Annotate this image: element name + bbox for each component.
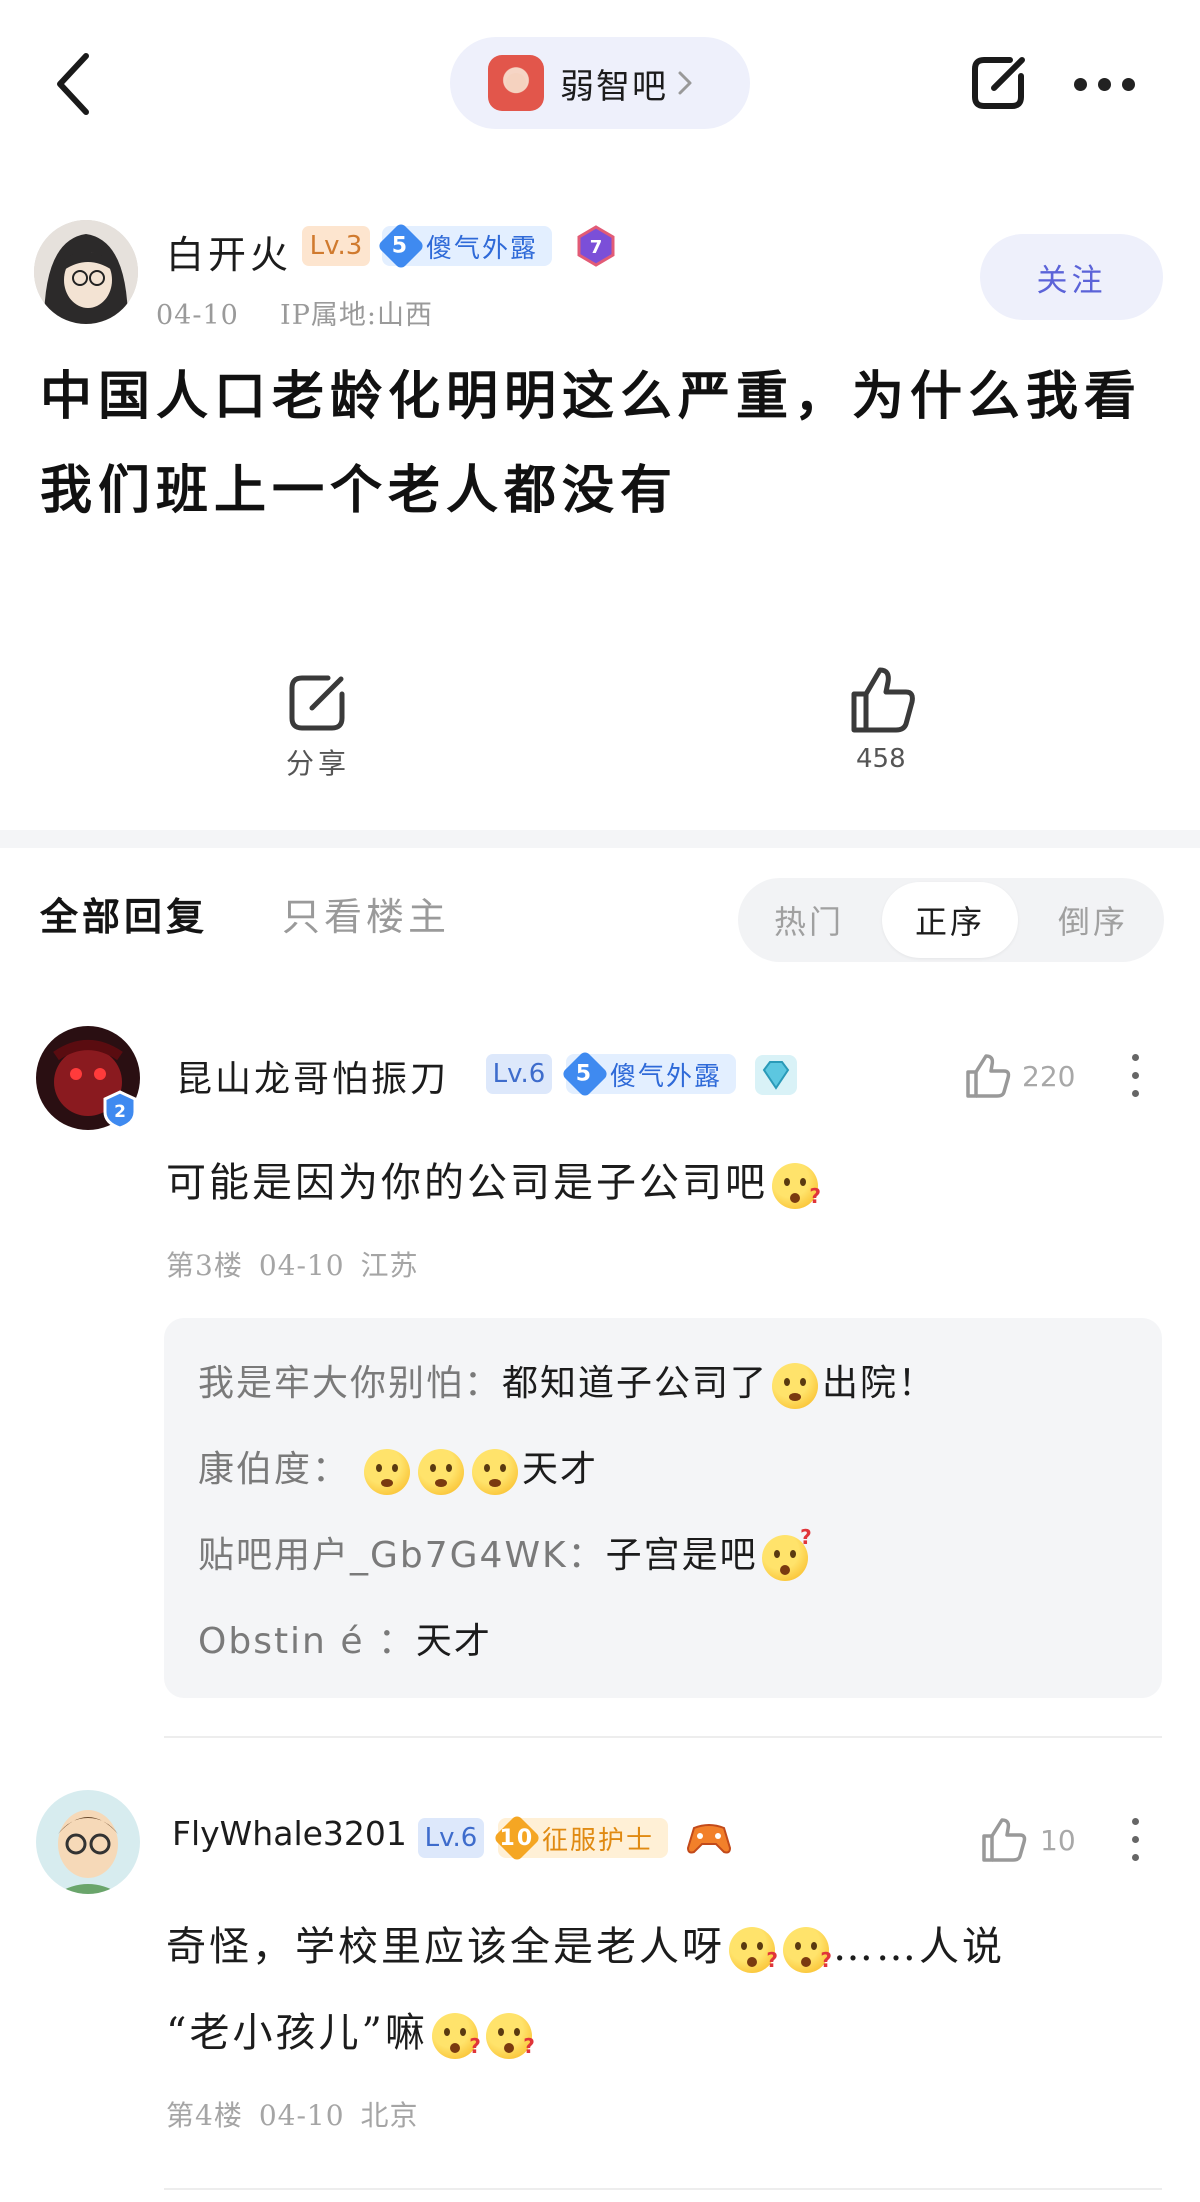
title-badge: 10 征服护士 — [492, 1813, 669, 1863]
reply-like-count: 10 — [1040, 1824, 1076, 1857]
confused-emoji-icon: ? — [761, 1525, 812, 1581]
sub-reply: Obstin é ：天才 — [198, 1621, 492, 1662]
reply-separator — [164, 2188, 1162, 2190]
share-post-icon[interactable] — [282, 668, 352, 738]
like-icon[interactable] — [846, 664, 918, 736]
section-divider — [0, 830, 1200, 848]
confused-emoji-icon: ? — [431, 2013, 481, 2059]
reply-author-name[interactable]: FlyWhale3201 — [172, 1814, 407, 1853]
laugh-emoji-icon — [364, 1449, 411, 1495]
post-ip: IP属地:山西 — [280, 300, 433, 331]
reply-text: 可能是因为你的公司是子公司吧? — [166, 1160, 824, 1209]
reply-author-name[interactable]: 昆山龙哥怕振刀 — [176, 1050, 449, 1102]
reply-like-icon[interactable] — [964, 1052, 1012, 1100]
forum-name: 弱智吧 — [560, 66, 668, 107]
like-count: 458 — [856, 744, 906, 774]
tab-all-replies[interactable]: 全部回复 — [40, 886, 208, 941]
author-avatar[interactable] — [34, 220, 138, 324]
medal-icon: 7 — [577, 225, 615, 267]
post-meta: 04-10 IP属地:山西 — [156, 293, 433, 332]
confused-emoji-icon: ? — [485, 2013, 535, 2059]
sub-reply: 贴吧用户_Gb7G4WK：子宫是吧? — [198, 1525, 812, 1581]
svg-text:2: 2 — [114, 1102, 126, 1122]
sub-replies-box[interactable]: 我是牢大你别怕：都知道子公司了 出院！ 康伯度： 天才 贴吧用户_Gb7G4WK：子… — [164, 1318, 1162, 1698]
level-badge: Lv.6 — [486, 1054, 552, 1094]
back-arrow-icon[interactable] — [44, 44, 104, 124]
more-options-icon[interactable] — [1074, 78, 1136, 92]
reply-more-icon[interactable] — [1132, 1818, 1140, 1862]
title-badge: 5 傻气外露 — [560, 1049, 737, 1099]
level-badge: Lv.6 — [418, 1818, 484, 1858]
diamond-icon — [755, 1055, 797, 1095]
post-date: 04-10 — [156, 300, 239, 331]
level-badge: Lv.3 — [302, 226, 370, 266]
confused-emoji-icon: ? — [783, 1927, 832, 1973]
author-name[interactable]: 白开火 — [166, 224, 292, 279]
chevron-right-icon — [678, 71, 692, 95]
reply-meta: 第3楼 04-10 江苏 — [166, 1249, 419, 1282]
svg-text:7: 7 — [590, 237, 603, 258]
shield-badge-icon: 2 — [103, 1090, 137, 1130]
sort-toggle: 热门 正序 倒序 — [738, 878, 1164, 962]
reply-avatar[interactable] — [36, 1790, 140, 1894]
gamepad-icon — [686, 1824, 732, 1854]
sub-reply: 康伯度： 天才 — [198, 1440, 598, 1495]
forum-avatar-icon — [488, 55, 544, 111]
tab-op-only[interactable]: 只看楼主 — [282, 886, 450, 941]
laugh-emoji-icon — [472, 1449, 519, 1495]
confused-emoji-icon: ? — [729, 1927, 778, 1973]
sort-hot[interactable]: 热门 — [738, 878, 880, 962]
sub-reply: 我是牢大你别怕：都知道子公司了 出院！ — [198, 1354, 936, 1409]
reply-like-icon[interactable] — [980, 1816, 1028, 1864]
sort-ascending[interactable]: 正序 — [882, 882, 1018, 958]
follow-button[interactable]: 关注 — [980, 234, 1163, 320]
title-badge: 5 傻气外露 — [376, 221, 553, 271]
confused-emoji-icon: ? — [772, 1163, 821, 1209]
forum-entry-pill[interactable]: 弱智吧 — [450, 37, 750, 129]
reply-separator — [164, 1736, 1162, 1738]
reply-like-count: 220 — [1022, 1060, 1076, 1093]
reply-more-icon[interactable] — [1132, 1054, 1140, 1098]
sort-descending[interactable]: 倒序 — [1022, 878, 1164, 962]
laugh-emoji-icon — [418, 1449, 465, 1495]
share-label[interactable]: 分享 — [286, 742, 350, 782]
share-icon[interactable] — [966, 50, 1032, 116]
reply-text: 奇怪，学校里应该全是老人呀?? ……人说 “老小孩儿”嘛?? — [166, 1924, 1005, 2059]
reply-meta: 第4楼 04-10 北京 — [166, 2099, 419, 2132]
post-title: 中国人口老龄化明明这么严重，为什么我看我们班上一个老人都没有 — [40, 366, 1143, 521]
yum-emoji-icon — [772, 1363, 819, 1409]
